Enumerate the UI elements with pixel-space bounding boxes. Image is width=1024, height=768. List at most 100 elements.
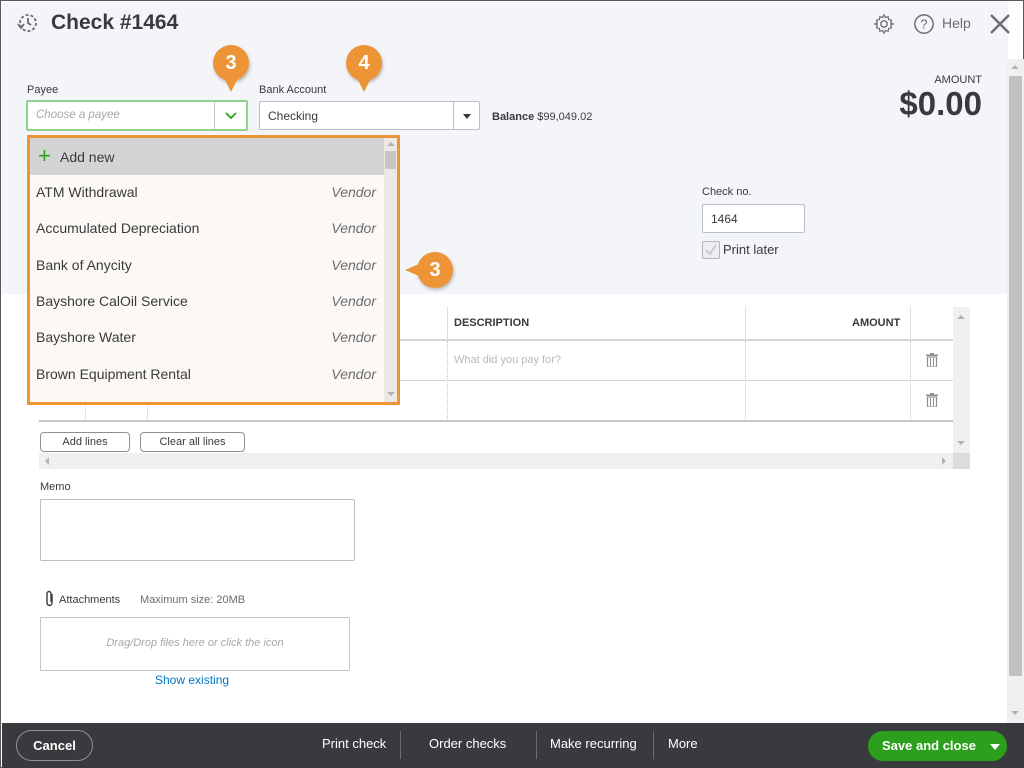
help-link[interactable]: Help <box>942 15 971 31</box>
balance-label: Balance <box>492 111 535 123</box>
save-and-close-label: Save and close <box>882 738 976 753</box>
payee-option[interactable]: Brown Equipment Rental Vendor <box>30 357 384 393</box>
payee-option-name: Brown Equipment Rental <box>36 366 191 382</box>
payee-select[interactable]: Choose a payee <box>26 100 248 131</box>
trash-icon[interactable] <box>926 393 938 407</box>
column-divider <box>447 341 448 421</box>
payee-option-type: Vendor <box>331 293 376 309</box>
paperclip-icon[interactable] <box>44 590 56 608</box>
payee-option[interactable]: Bank of Anycity Vendor <box>30 248 384 284</box>
payee-option-name: Bank of Anycity <box>36 257 132 273</box>
column-divider <box>447 307 448 341</box>
bank-account-value: Checking <box>268 109 319 123</box>
caret-down-icon <box>463 114 471 119</box>
scroll-right-icon[interactable] <box>942 457 946 465</box>
payee-option-type: Vendor <box>331 257 376 273</box>
table-vertical-scrollbar[interactable] <box>953 307 970 453</box>
scroll-down-icon[interactable] <box>957 441 965 445</box>
balance-readout: Balance $99,049.02 <box>492 111 592 123</box>
scroll-up-icon[interactable] <box>1011 65 1019 69</box>
add-lines-button[interactable]: Add lines <box>40 432 130 452</box>
bank-account-label: Bank Account <box>259 84 327 96</box>
callout-pointer <box>357 78 371 92</box>
show-existing-link[interactable]: Show existing <box>155 673 229 687</box>
scroll-left-icon[interactable] <box>45 457 49 465</box>
payee-option[interactable]: Accumulated Depreciation Vendor <box>30 211 384 247</box>
payee-option-type: Vendor <box>331 329 376 345</box>
check-no-input[interactable]: 1464 <box>702 204 805 233</box>
description-input[interactable]: What did you pay for? <box>454 354 561 366</box>
payee-option-name: Bayshore CalOil Service <box>36 293 188 309</box>
column-amount: AMOUNT <box>852 317 901 329</box>
column-divider <box>910 341 911 421</box>
callout-badge: 3 <box>213 45 249 81</box>
save-options-caret-icon[interactable] <box>990 744 1000 750</box>
checkbox[interactable] <box>702 241 720 259</box>
table-bottom-border <box>39 420 953 422</box>
check-no-label: Check no. <box>702 186 752 198</box>
payee-option-type: Vendor <box>331 366 376 382</box>
payee-option[interactable]: Bayshore CalOil Service Vendor <box>30 284 384 320</box>
gear-icon[interactable] <box>873 13 895 35</box>
order-checks-button[interactable]: Order checks <box>429 736 506 751</box>
help-icon[interactable]: ? <box>913 13 935 35</box>
drop-hint: Drag/Drop files here or click the icon <box>106 637 284 649</box>
check-no-value: 1464 <box>711 212 738 226</box>
svg-text:?: ? <box>920 17 927 32</box>
scroll-down-icon[interactable] <box>1011 711 1019 715</box>
callout-pointer <box>405 264 419 276</box>
payee-option[interactable]: ATM Withdrawal Vendor <box>30 175 384 211</box>
scroll-down-icon[interactable] <box>387 392 395 396</box>
scroll-up-icon[interactable] <box>387 142 395 146</box>
payee-option[interactable]: Bayshore Water Vendor <box>30 320 384 356</box>
make-recurring-button[interactable]: Make recurring <box>550 736 637 751</box>
callout-badge: 4 <box>346 45 382 81</box>
chevron-down-icon <box>225 112 237 120</box>
more-button[interactable]: More <box>668 736 698 751</box>
amount-total: $0.00 <box>899 85 982 122</box>
scrollbar-thumb[interactable] <box>1009 76 1022 676</box>
footer-bar: Cancel Print check Order checks Make rec… <box>2 723 1024 768</box>
column-divider <box>910 307 911 341</box>
table-horizontal-scrollbar[interactable] <box>39 453 953 469</box>
cancel-button[interactable]: Cancel <box>16 730 93 761</box>
payee-option-type: Vendor <box>331 184 376 200</box>
print-check-button[interactable]: Print check <box>322 736 386 751</box>
column-divider <box>745 341 746 421</box>
divider <box>536 731 537 759</box>
callout-badge: 3 <box>417 252 453 288</box>
bank-account-select[interactable]: Checking <box>259 101 480 130</box>
payee-option-type: Vendor <box>331 220 376 236</box>
checkmark-icon <box>705 244 717 256</box>
payee-option-name: Bayshore Water <box>36 329 136 345</box>
payee-label: Payee <box>27 84 59 96</box>
column-description: DESCRIPTION <box>454 317 530 329</box>
memo-textarea[interactable] <box>40 499 355 561</box>
callout-pointer <box>224 78 238 92</box>
payee-dropdown-list[interactable]: + Add new ATM Withdrawal Vendor Accumula… <box>27 135 400 405</box>
add-new-label: Add new <box>60 149 115 165</box>
page-title: Check #1464 <box>51 11 179 34</box>
column-divider <box>745 307 746 341</box>
bank-account-dropdown-button[interactable] <box>453 102 479 129</box>
balance-value: $99,049.02 <box>537 111 593 123</box>
trash-icon[interactable] <box>926 353 938 367</box>
attachment-drop-zone[interactable]: Drag/Drop files here or click the icon <box>40 617 350 671</box>
attachments-label: Attachments <box>59 594 121 606</box>
scroll-up-icon[interactable] <box>957 315 965 319</box>
clear-all-lines-button[interactable]: Clear all lines <box>140 432 245 452</box>
save-and-close-button[interactable]: Save and close <box>868 731 1007 761</box>
close-icon[interactable] <box>989 13 1011 35</box>
history-icon <box>17 14 37 32</box>
payee-option-name: Accumulated Depreciation <box>36 220 200 236</box>
max-size-note: Maximum size: 20MB <box>140 594 246 606</box>
payee-placeholder: Choose a payee <box>36 109 120 121</box>
add-new-option[interactable]: + Add new <box>30 138 384 175</box>
payee-option-name: ATM Withdrawal <box>36 184 138 200</box>
divider <box>653 731 654 759</box>
page-vertical-scrollbar[interactable] <box>1007 59 1024 723</box>
scrollbar-thumb[interactable] <box>385 151 396 169</box>
payee-dropdown-button[interactable] <box>214 102 246 129</box>
dropdown-scrollbar[interactable] <box>384 138 397 402</box>
memo-label: Memo <box>40 481 71 493</box>
